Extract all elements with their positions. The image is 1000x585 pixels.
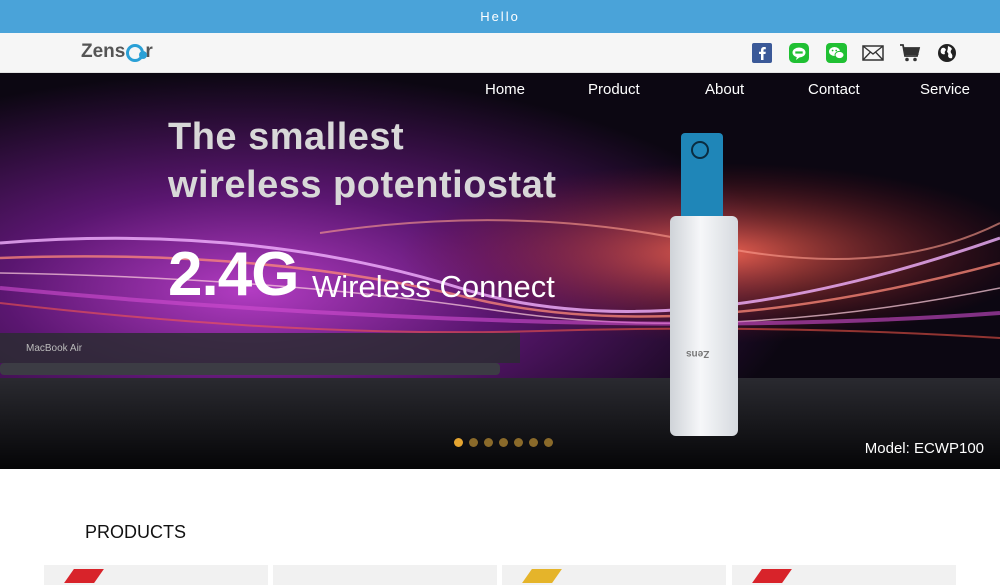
logo[interactable]: Zens r bbox=[81, 41, 153, 63]
hero-headline-line1: The smallest bbox=[168, 116, 405, 158]
site-header: Zens r bbox=[0, 33, 1000, 73]
usb-cap bbox=[681, 133, 723, 218]
nav-contact[interactable]: Contact bbox=[808, 81, 860, 98]
carousel-dot[interactable] bbox=[544, 438, 553, 447]
logo-o-icon bbox=[126, 44, 148, 62]
product-card[interactable] bbox=[732, 565, 956, 585]
globe-icon[interactable] bbox=[936, 42, 958, 64]
nav-service[interactable]: Service bbox=[920, 81, 970, 98]
hero-headline-line2: wireless potentiostat bbox=[168, 164, 557, 206]
carousel-dot[interactable] bbox=[454, 438, 463, 447]
products-heading: PRODUCTS bbox=[85, 522, 187, 542]
hero-connect-text: Wireless Connect bbox=[312, 269, 555, 304]
cart-icon[interactable] bbox=[899, 42, 921, 64]
line-icon[interactable] bbox=[788, 42, 810, 64]
announcement-text: Hello bbox=[480, 9, 520, 24]
carousel-dots bbox=[454, 438, 553, 447]
header-icons bbox=[751, 42, 958, 64]
model-label: Model: ECWP100 bbox=[864, 440, 984, 457]
nav-about[interactable]: About bbox=[705, 81, 744, 98]
main-nav: Home Product About Contact Service bbox=[0, 81, 1000, 101]
carousel-dot[interactable] bbox=[529, 438, 538, 447]
product-card[interactable] bbox=[44, 565, 268, 585]
product-card[interactable] bbox=[502, 565, 726, 585]
nav-product[interactable]: Product bbox=[588, 81, 640, 98]
top-announcement-bar: Hello bbox=[0, 0, 1000, 33]
carousel-dot[interactable] bbox=[469, 438, 478, 447]
carousel-dot[interactable] bbox=[484, 438, 493, 447]
usb-logo-icon bbox=[691, 141, 709, 159]
laptop-label: MacBook Air bbox=[26, 343, 83, 354]
wechat-icon[interactable] bbox=[825, 42, 847, 64]
usb-device-image: Zens bbox=[670, 216, 738, 436]
carousel-dot[interactable] bbox=[514, 438, 523, 447]
usb-brand-text: Zens bbox=[686, 348, 710, 359]
hero-headline: The smallest wireless potentiostat bbox=[168, 113, 556, 209]
nav-home[interactable]: Home bbox=[485, 81, 525, 98]
logo-text-end: r bbox=[145, 41, 153, 62]
mail-icon[interactable] bbox=[862, 42, 884, 64]
logo-text-start: Zens bbox=[81, 41, 126, 62]
carousel-dot[interactable] bbox=[499, 438, 508, 447]
facebook-icon[interactable] bbox=[751, 42, 773, 64]
hero-frequency: 2.4G bbox=[168, 240, 299, 309]
hero-banner: Home Product About Contact Service The s… bbox=[0, 73, 1000, 469]
product-card[interactable] bbox=[273, 565, 497, 585]
